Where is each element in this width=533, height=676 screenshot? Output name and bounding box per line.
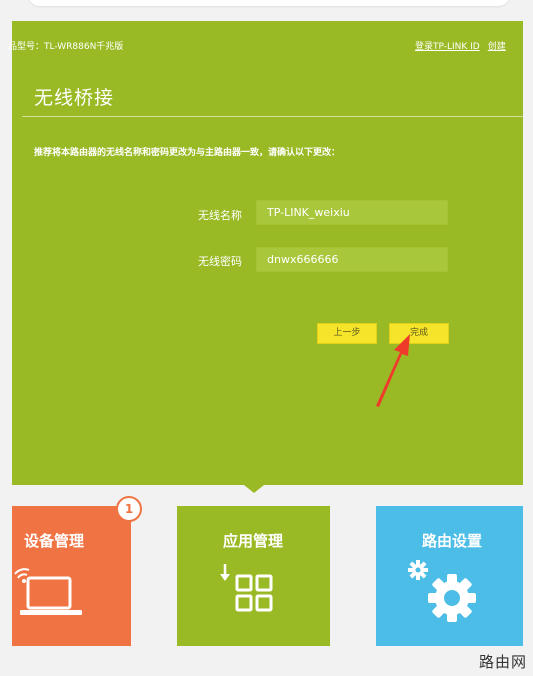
top-bar [28,0,510,6]
notification-badge: 1 [116,496,142,522]
password-input[interactable] [256,247,448,272]
password-label: 无线密码 [198,255,242,268]
page-title: 无线桥接 [34,87,115,109]
router-settings-tile[interactable]: 路由设置 [376,506,523,646]
app-management-tile[interactable]: 应用管理 [177,506,330,646]
ssid-input[interactable] [256,200,448,225]
create-account-link[interactable]: 创建 [488,42,506,52]
watermark-text: 路由网 [478,653,527,671]
red-arrow-icon [376,334,410,407]
apps-grid-icon [220,564,273,612]
router-settings-label: 路由设置 [422,532,483,550]
red-arrow-annotation [376,334,410,407]
title-divider [22,116,523,117]
gear-icon [408,560,476,622]
app-management-label: 应用管理 [223,532,284,550]
device-management-tile[interactable]: 设备管理 [12,506,131,646]
panel-pointer [244,485,264,493]
ssid-label: 无线名称 [198,209,242,222]
header-links: 登录TP-LINK ID 创建 [415,39,523,52]
login-tplink-id-link[interactable]: 登录TP-LINK ID [415,42,480,52]
laptop-icon [14,568,82,615]
device-management-label: 设备管理 [24,532,85,550]
model-label: 品型号：TL-WR886N千兆版 [8,42,124,52]
bridge-notice-text: 推荐将本路由器的无线名称和密码更改为与主路由器一致，请确认以下更改： [34,148,341,158]
prev-step-button[interactable]: 上一步 [317,323,377,344]
bridge-wizard-panel: 品型号：TL-WR886N千兆版 登录TP-LINK ID 创建 无线桥接 推荐将… [8,21,523,485]
